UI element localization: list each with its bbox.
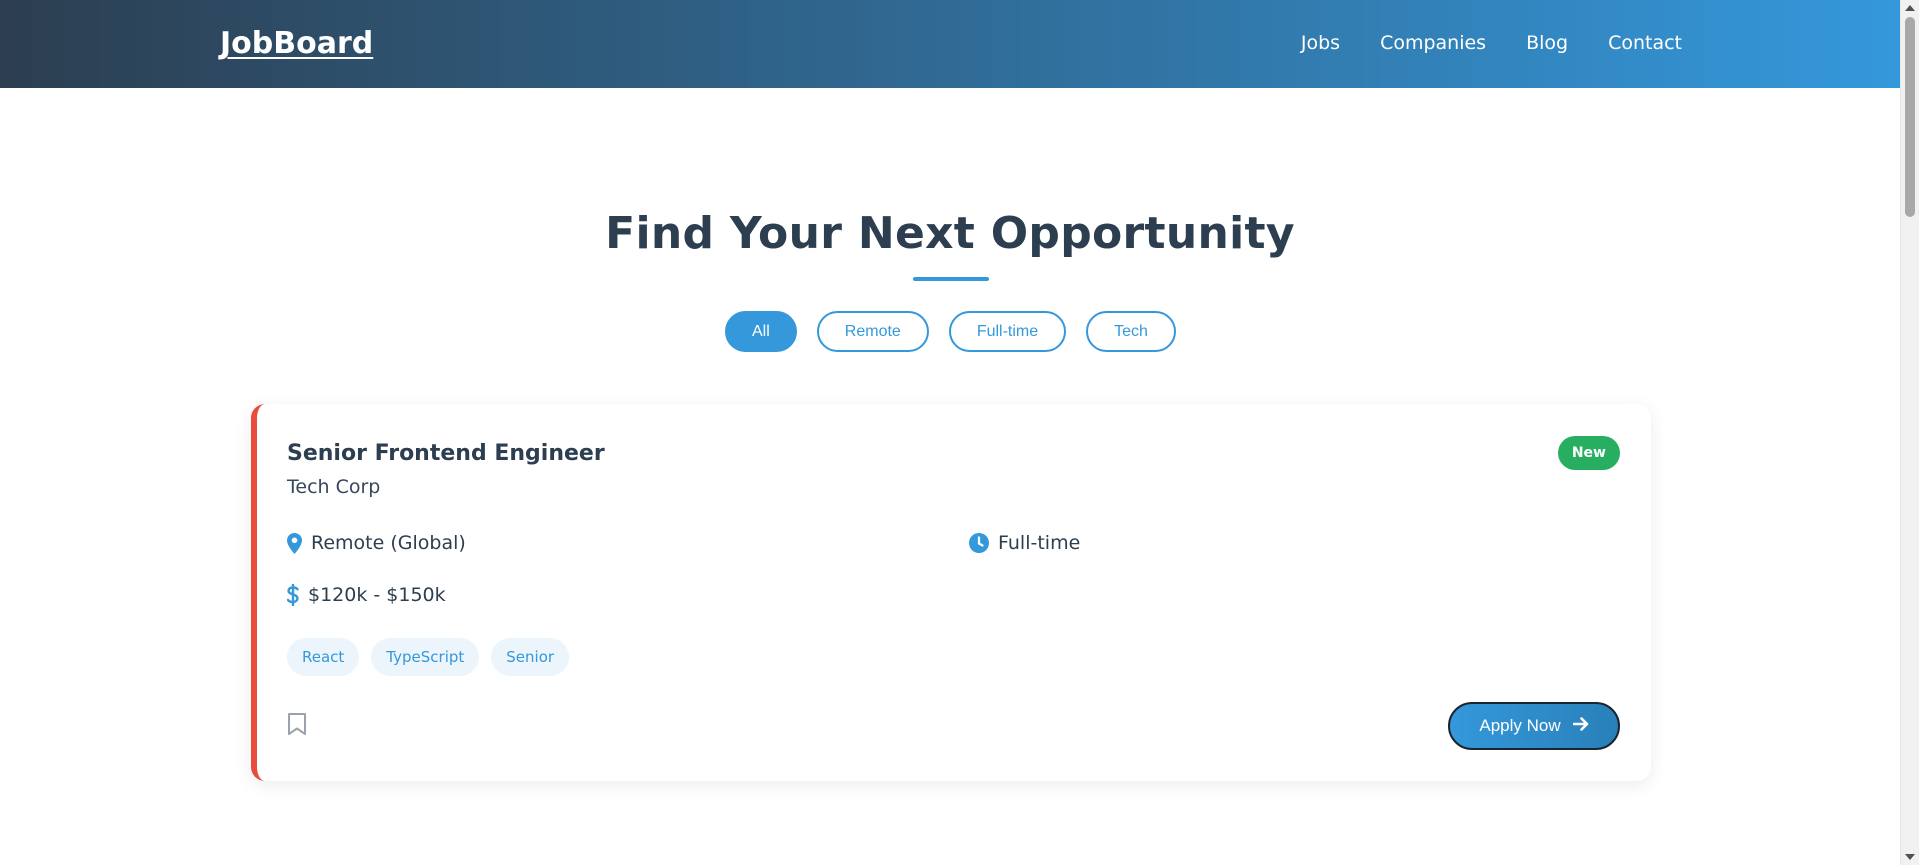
logo-link[interactable]: JobBoard: [220, 26, 373, 61]
title-underline: [913, 277, 989, 281]
nav-link-contact[interactable]: Contact: [1608, 32, 1682, 54]
tag-typescript[interactable]: TypeScript: [371, 638, 480, 676]
location-text: Remote (Global): [311, 532, 466, 554]
dollar-icon: [287, 584, 299, 606]
main-nav: Jobs Companies Blog Contact: [1301, 32, 1682, 54]
job-type-text: Full-time: [998, 532, 1081, 554]
tag-react[interactable]: React: [287, 638, 360, 676]
page-title: Find Your Next Opportunity: [605, 208, 1295, 259]
salary-text: $120k - $150k: [308, 584, 446, 606]
company-name: Tech Corp: [287, 476, 381, 498]
scrollbar-thumb[interactable]: [1905, 17, 1915, 217]
nav-link-companies[interactable]: Companies: [1380, 32, 1486, 54]
page: JobBoard Jobs Companies Blog Contact Fin…: [0, 0, 1919, 865]
filter-bar: All Remote Full-time Tech: [725, 311, 1176, 352]
site-header: JobBoard Jobs Companies Blog Contact: [0, 0, 1900, 88]
vertical-scrollbar[interactable]: [1900, 0, 1919, 865]
job-card: Senior Frontend Engineer Tech Corp New R…: [251, 404, 1651, 781]
main-content: JobBoard Jobs Companies Blog Contact Fin…: [0, 0, 1900, 865]
job-title[interactable]: Senior Frontend Engineer: [287, 441, 605, 466]
map-pin-icon: [287, 532, 302, 554]
job-location: Remote (Global): [287, 532, 466, 554]
filter-all-button[interactable]: All: [725, 311, 797, 352]
new-badge: New: [1557, 436, 1620, 470]
filter-tech-button[interactable]: Tech: [1086, 311, 1176, 352]
nav-link-blog[interactable]: Blog: [1526, 32, 1568, 54]
apply-now-label: Apply Now: [1479, 716, 1561, 735]
tag-senior[interactable]: Senior: [491, 638, 570, 676]
filter-remote-button[interactable]: Remote: [816, 311, 929, 352]
nav-link-jobs[interactable]: Jobs: [1301, 32, 1340, 54]
apply-now-button[interactable]: Apply Now: [1448, 702, 1620, 750]
arrow-right-icon: [1572, 716, 1589, 736]
bookmark-icon[interactable]: [287, 712, 307, 740]
filter-fulltime-button[interactable]: Full-time: [948, 311, 1067, 352]
clock-icon: [969, 533, 989, 553]
scroll-down-arrow-icon[interactable]: [1905, 854, 1915, 860]
job-type: Full-time: [969, 532, 1080, 554]
job-salary: $120k - $150k: [287, 584, 446, 606]
scroll-up-arrow-icon[interactable]: [1905, 5, 1915, 11]
skill-tags: React TypeScript Senior: [287, 638, 570, 676]
